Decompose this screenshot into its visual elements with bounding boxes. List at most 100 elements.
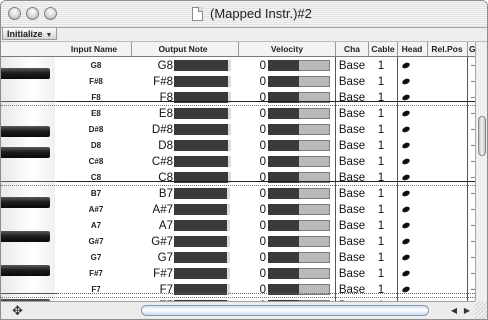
input-name[interactable]: E8 [61, 106, 131, 122]
velocity-value[interactable]: 0 [237, 266, 266, 282]
velocity-value[interactable]: 0 [237, 74, 266, 90]
output-note-bar[interactable] [174, 236, 227, 247]
table-row[interactable]: F7 F7 0 Base 1– [1, 282, 477, 298]
cable-value[interactable]: 1 [369, 170, 393, 186]
table-row[interactable]: F#7 F#7 0 Base 1– [1, 266, 477, 282]
table-row[interactable]: F#8 F#8 0 Base 1– [1, 74, 477, 90]
minimize-button[interactable] [26, 7, 39, 20]
input-name[interactable]: G#7 [61, 234, 131, 250]
velocity-value[interactable]: 0 [237, 234, 266, 250]
note-head-icon[interactable] [401, 61, 411, 70]
cable-value[interactable]: 1 [369, 138, 393, 154]
velocity-value[interactable]: 0 [237, 250, 266, 266]
table-row[interactable]: E8 E8 0 Base 1– [1, 106, 477, 122]
output-note-bar[interactable] [174, 220, 227, 231]
column-output-note[interactable]: Output Note [133, 42, 233, 56]
channel-value[interactable]: Base [337, 74, 367, 90]
cable-value[interactable]: 1 [369, 234, 393, 250]
column-channel[interactable]: Cha [336, 42, 368, 56]
input-name[interactable]: G8 [61, 58, 131, 74]
piano-black-key[interactable] [1, 231, 50, 242]
output-note-bar[interactable] [174, 188, 227, 199]
channel-value[interactable]: Base [337, 90, 367, 106]
table-row[interactable]: G8 G8 0 Base 1– [1, 58, 477, 74]
output-note-value[interactable]: F#7 [131, 266, 173, 282]
scroll-right-button[interactable]: ▶ [461, 304, 473, 317]
cable-value[interactable]: 1 [369, 250, 393, 266]
note-head-icon[interactable] [401, 141, 411, 150]
table-row[interactable]: A7 A7 0 Base 1– [1, 218, 477, 234]
note-head-icon[interactable] [401, 125, 411, 134]
cable-value[interactable]: 1 [369, 74, 393, 90]
output-note-value[interactable]: D#8 [131, 122, 173, 138]
piano-black-key[interactable] [1, 197, 50, 208]
output-note-bar[interactable] [174, 124, 228, 135]
output-note-value[interactable]: C8 [131, 170, 173, 186]
input-name[interactable]: D#8 [61, 122, 131, 138]
channel-value[interactable]: Base [337, 138, 367, 154]
piano-black-key[interactable] [1, 68, 50, 79]
title-bar[interactable]: (Mapped Instr.)#2 [1, 1, 487, 28]
input-name[interactable]: G7 [61, 250, 131, 266]
note-head-icon[interactable] [401, 109, 411, 118]
channel-value[interactable]: Base [337, 106, 367, 122]
output-note-value[interactable]: F8 [131, 90, 173, 106]
table-row[interactable]: D8 D8 0 Base 1– [1, 138, 477, 154]
channel-value[interactable]: Base [337, 250, 367, 266]
input-name[interactable]: D8 [61, 138, 131, 154]
output-note-value[interactable]: A7 [131, 218, 173, 234]
input-name[interactable]: F7 [61, 282, 131, 298]
cable-value[interactable]: 1 [369, 90, 393, 106]
cable-value[interactable]: 1 [369, 282, 393, 298]
output-note-bar[interactable] [174, 204, 227, 215]
table-row[interactable]: B7 B7 0 Base 1– [1, 186, 477, 202]
zoom-button[interactable] [44, 7, 57, 20]
cable-value[interactable]: 1 [369, 154, 393, 170]
output-note-value[interactable]: G#7 [131, 234, 173, 250]
column-input-name[interactable]: Input Name [59, 42, 129, 56]
input-name[interactable]: C8 [61, 170, 131, 186]
output-note-bar[interactable] [174, 268, 227, 279]
zoom-icon[interactable]: ✥ [11, 304, 24, 317]
channel-value[interactable]: Base [337, 234, 367, 250]
output-note-bar[interactable] [174, 108, 228, 119]
table-row[interactable]: D#8 D#8 0 Base 1– [1, 122, 477, 138]
input-name[interactable]: C#8 [61, 154, 131, 170]
channel-value[interactable]: Base [337, 154, 367, 170]
horizontal-scroll-thumb[interactable] [141, 305, 429, 316]
output-note-value[interactable]: F#8 [131, 74, 173, 90]
column-cable[interactable]: Cable [369, 42, 397, 56]
cable-value[interactable]: 1 [369, 266, 393, 282]
output-note-value[interactable]: G7 [131, 250, 173, 266]
cable-value[interactable]: 1 [369, 186, 393, 202]
channel-value[interactable]: Base [337, 202, 367, 218]
channel-value[interactable]: Base [337, 282, 367, 298]
cable-value[interactable]: 1 [369, 202, 393, 218]
scroll-left-button[interactable]: ◀ [448, 304, 460, 317]
cable-value[interactable]: 1 [369, 122, 393, 138]
output-note-bar[interactable] [174, 76, 228, 87]
note-head-icon[interactable] [401, 221, 411, 230]
vertical-scroll-thumb[interactable] [478, 116, 486, 156]
column-velocity[interactable]: Velocity [239, 42, 335, 56]
output-note-value[interactable]: D8 [131, 138, 173, 154]
channel-value[interactable]: Base [337, 266, 367, 282]
velocity-value[interactable]: 0 [237, 282, 266, 298]
input-name[interactable]: B7 [61, 186, 131, 202]
note-head-icon[interactable] [401, 237, 411, 246]
output-note-bar[interactable] [174, 156, 228, 167]
note-head-icon[interactable] [401, 205, 411, 214]
velocity-value[interactable]: 0 [237, 218, 266, 234]
output-note-bar[interactable] [174, 140, 228, 151]
input-name[interactable]: A7 [61, 218, 131, 234]
note-head-icon[interactable] [401, 77, 411, 86]
output-note-value[interactable]: F7 [131, 282, 173, 298]
output-note-value[interactable]: E8 [131, 106, 173, 122]
note-head-icon[interactable] [401, 189, 411, 198]
velocity-value[interactable]: 0 [237, 186, 266, 202]
cable-value[interactable]: 1 [369, 218, 393, 234]
table-row[interactable]: F8 F8 0 Base 1– [1, 90, 477, 106]
output-note-bar[interactable] [174, 252, 227, 263]
channel-value[interactable]: Base [337, 58, 367, 74]
table-row[interactable]: G7 G7 0 Base 1– [1, 250, 477, 266]
